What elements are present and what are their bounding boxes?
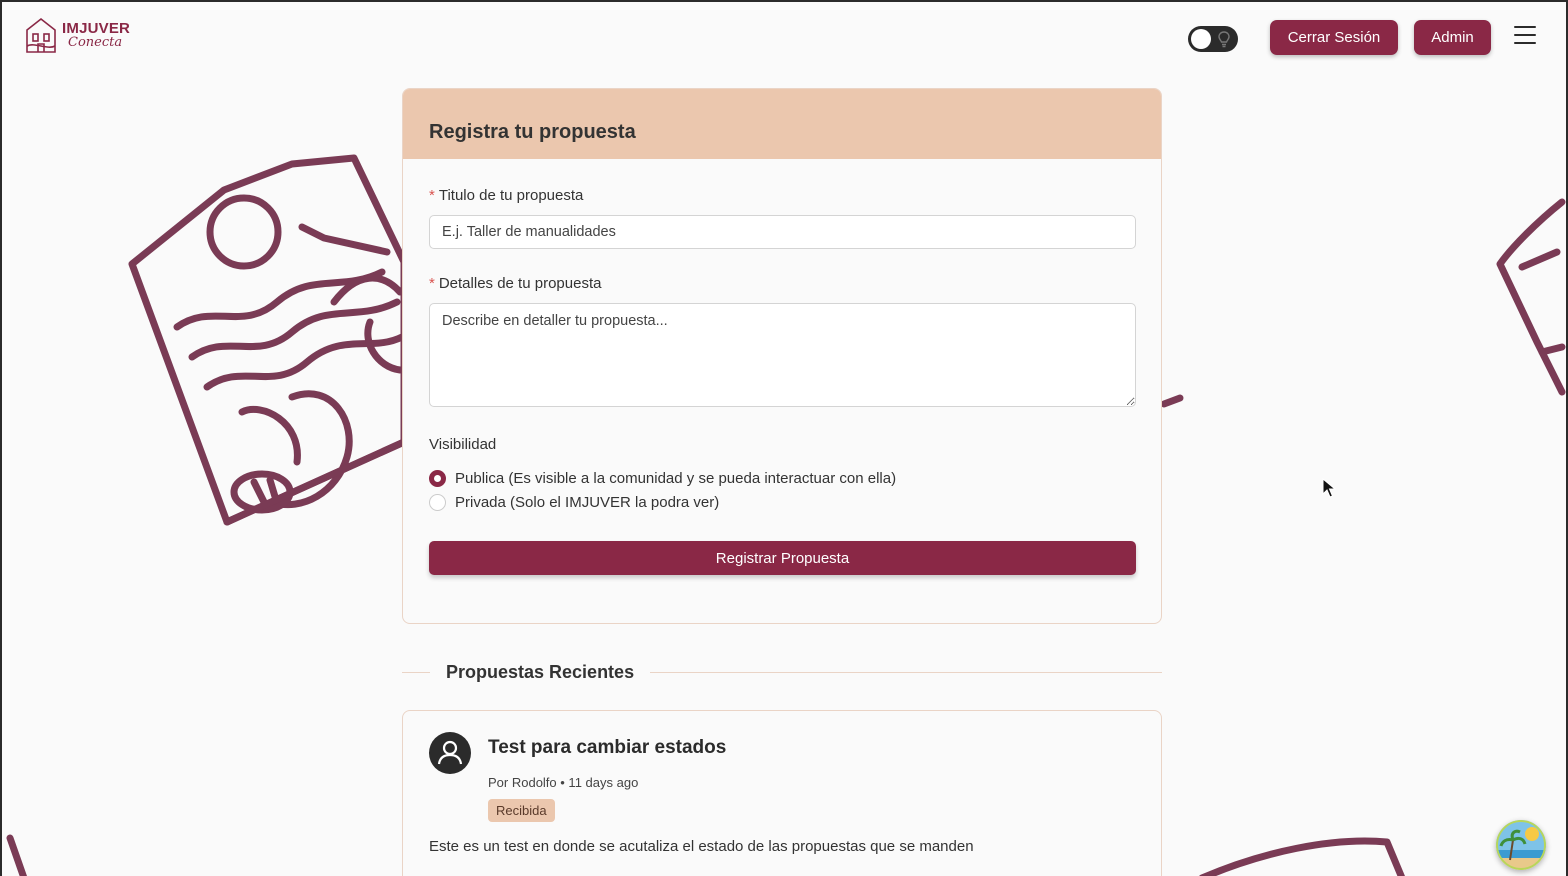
recent-proposals-heading: Propuestas Recientes [446,661,635,682]
radio-private-label: Privada (Solo el IMJUVER la podra ver) [455,493,720,511]
radio-public-label: Publica (Es visible a la comunidad y se … [455,469,897,487]
radio-private[interactable] [429,493,446,511]
logout-button[interactable]: Cerrar Sesión [1270,20,1398,55]
details-field-label: * Detalles de tu propuesta [429,275,602,292]
building-logo-icon [26,17,56,53]
beach-avatar-icon[interactable] [1496,820,1546,870]
proposal-title-input[interactable] [429,215,1136,249]
post-meta: Por Rodolfo • 11 days ago [488,775,639,790]
title-field-label: * Titulo de tu propuesta [429,187,584,204]
post-body: Este es un test en donde se acutaliza el… [429,838,974,855]
user-avatar-icon [429,732,471,774]
required-asterisk: * [429,187,435,204]
lightbulb-icon [1218,31,1230,48]
top-navbar: IMJUVER Conecta Cerrar Sesión Admin [2,2,1566,74]
register-proposal-button[interactable]: Registrar Propuesta [429,541,1136,575]
form-card-header: Registra tu propuesta [403,89,1161,159]
imjuver-logo[interactable]: IMJUVER Conecta [24,16,130,54]
required-asterisk: * [429,275,435,292]
recent-proposals-divider: Propuestas Recientes [402,660,1162,684]
theme-toggle[interactable] [1188,26,1238,52]
logo-subtitle: Conecta [68,35,123,50]
proposal-form-card: Registra tu propuesta * Titulo de tu prop… [402,88,1162,624]
proposal-details-textarea[interactable] [429,303,1136,407]
admin-button[interactable]: Admin [1414,20,1491,55]
logo-title: IMJUVER [62,20,131,37]
mouse-cursor-icon [1322,478,1336,498]
proposal-post-card[interactable]: Test para cambiar estados Por Rodolfo • … [402,710,1162,876]
visibility-label: Visibilidad [429,436,497,453]
status-badge: Recibida [488,799,555,822]
form-title: Registra tu propuesta [429,121,636,143]
hamburger-menu-icon[interactable] [1514,26,1536,46]
toggle-knob [1191,29,1211,49]
radio-public[interactable] [429,469,446,487]
post-title[interactable]: Test para cambiar estados [488,737,726,759]
visibility-option-public[interactable]: Publica (Es visible a la comunidad y se … [429,467,1135,489]
visibility-option-private[interactable]: Privada (Solo el IMJUVER la podra ver) [429,491,1135,513]
